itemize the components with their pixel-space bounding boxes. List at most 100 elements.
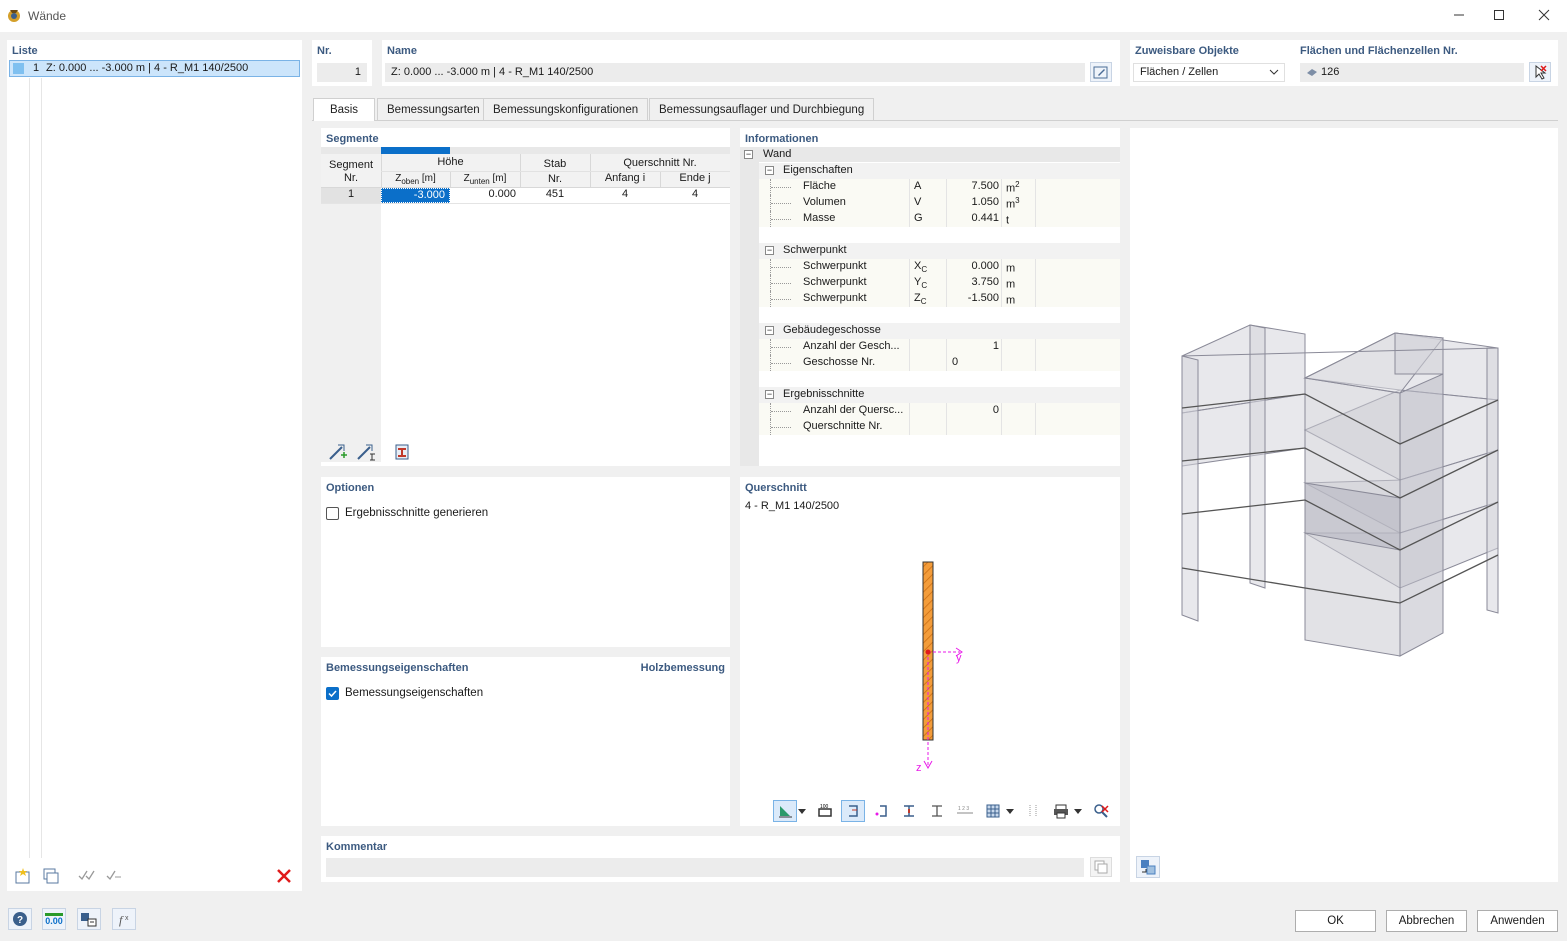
info-row-value: 7.500 (971, 180, 999, 192)
info-row-label: Schwerpunkt (803, 276, 867, 288)
axis-z-label: z (916, 762, 922, 774)
delete-icon[interactable] (272, 865, 296, 887)
split-row-icon[interactable] (354, 441, 378, 463)
edit-name-icon[interactable] (1090, 62, 1112, 82)
column-resize-handle[interactable] (381, 147, 450, 154)
info-group[interactable]: − Eigenschaften (759, 163, 1120, 179)
info-root[interactable]: − Wand (740, 147, 1120, 162)
assign-label: Zuweisbare Objekte (1135, 45, 1239, 57)
help-icon[interactable]: ? (8, 908, 32, 930)
name-field[interactable]: Z: 0.000 ... -3.000 m | 4 - R_M1 140/250… (385, 63, 1085, 82)
view-options-icon[interactable] (77, 908, 101, 930)
copy-item-icon[interactable] (39, 865, 63, 887)
crosssection-toolbar: 100 1 2 3 (773, 800, 1118, 822)
list-title: Liste (12, 45, 38, 57)
cell-segment-nr: 1 (321, 188, 381, 203)
col-zoben: Zoben [m] (395, 173, 436, 186)
close-icon[interactable] (1537, 8, 1551, 22)
generate-sections-checkbox[interactable] (326, 507, 339, 520)
crosssection-name: 4 - R_M1 140/2500 (745, 500, 840, 512)
stress-points-icon[interactable] (869, 800, 893, 822)
surfaces-label: Flächen und Flächenzellen Nr. (1300, 45, 1458, 57)
dimensions-icon[interactable]: 100 (813, 800, 837, 822)
info-row-label: Schwerpunkt (803, 292, 867, 304)
view-settings-icon[interactable] (1136, 856, 1160, 878)
design-properties-checkbox[interactable] (326, 687, 339, 700)
options-title: Optionen (326, 482, 375, 494)
list-item[interactable]: 1 Z: 0.000 ... -3.000 m | 4 - R_M1 140/2… (9, 60, 300, 77)
comment-field[interactable] (326, 858, 1084, 877)
surfaces-value: 126 (1321, 66, 1340, 78)
window-title: Wände (28, 9, 67, 23)
table-icon[interactable] (981, 800, 1005, 822)
cell-stab[interactable]: 451 (520, 188, 590, 200)
ok-button[interactable]: OK (1295, 910, 1376, 932)
collapse-icon[interactable]: − (765, 246, 774, 255)
collapse-icon[interactable]: − (765, 326, 774, 335)
cell-zunten[interactable]: 0.000 (451, 188, 520, 200)
3d-model-view[interactable] (1130, 128, 1558, 882)
surfaces-field[interactable]: 126 (1300, 63, 1524, 82)
numbering-icon[interactable]: 1 2 3 (953, 800, 977, 822)
section-outline-icon[interactable] (841, 800, 865, 822)
apply-button[interactable]: Anwenden (1477, 910, 1558, 932)
info-group[interactable]: − Schwerpunkt (759, 243, 1120, 259)
table-row[interactable]: 1 -3.000 0.000 451 4 4 (321, 188, 730, 204)
insert-row-icon[interactable] (326, 441, 350, 463)
units-icon[interactable]: 0.00 (42, 908, 66, 930)
cell-anfang[interactable]: 4 (590, 188, 660, 200)
comment-panel: Kommentar (321, 836, 1120, 882)
grid-icon[interactable] (1021, 800, 1045, 822)
section-icon[interactable] (390, 441, 414, 463)
formula-icon[interactable]: fx (112, 908, 136, 930)
collapse-icon[interactable]: − (765, 166, 774, 175)
info-title: Informationen (745, 133, 819, 145)
info-row: Volumen V 1.050 m3 (759, 195, 1120, 211)
reset-view-icon[interactable] (1089, 800, 1113, 822)
print-dropdown-icon[interactable] (1072, 800, 1084, 822)
cell-ende[interactable]: 4 (660, 188, 730, 200)
print-icon[interactable] (1049, 800, 1073, 822)
design-title: Bemessungseigenschaften (326, 662, 469, 674)
collapse-icon[interactable]: − (744, 150, 753, 159)
i-section-plain-icon[interactable] (925, 800, 949, 822)
info-row-symbol: V (914, 196, 922, 208)
nr-field[interactable]: 1 (317, 63, 367, 82)
collapse-icon[interactable]: − (765, 390, 774, 399)
crosssection-title: Querschnitt (745, 482, 807, 494)
maximize-icon[interactable] (1492, 8, 1506, 22)
cancel-button[interactable]: Abbrechen (1386, 910, 1467, 932)
tab-bemessungsauflager[interactable]: Bemessungsauflager und Durchbiegung (649, 98, 875, 120)
nr-panel: Nr. 1 (312, 40, 372, 86)
info-group[interactable]: − Gebäudegeschosse (759, 323, 1120, 339)
list-panel: Liste 1 Z: 0.000 ... -3.000 m | 4 - R_M1… (7, 40, 302, 891)
segments-header: Segment Nr. Höhe Zoben [m] Zunten [m] Sta… (321, 154, 730, 188)
info-row: Schwerpunkt ZC -1.500 m (759, 291, 1120, 307)
info-group[interactable]: − Ergebnisschnitte (759, 387, 1120, 403)
chevron-down-icon (1269, 69, 1279, 75)
i-section-icon[interactable] (897, 800, 921, 822)
info-row-unit: m2 (1006, 180, 1020, 195)
display-mode-icon[interactable] (773, 800, 797, 822)
info-row: Anzahl der Quersc... 0 (759, 403, 1120, 419)
design-type-label: Holzbemessung (640, 662, 725, 674)
col-stab: Stab Nr. (543, 158, 567, 185)
design-properties-label: Bemessungseigenschaften (345, 687, 484, 699)
minimize-icon[interactable] (1452, 8, 1466, 22)
info-row-symbol: ZC (914, 292, 927, 307)
copy-comment-icon[interactable] (1090, 857, 1112, 877)
list-item-nr: 1 (33, 62, 40, 74)
assign-select[interactable]: Flächen / Zellen (1133, 63, 1285, 82)
title-bar: Wände (0, 0, 1567, 32)
tab-bemessungskonfigurationen[interactable]: Bemessungskonfigurationen (483, 98, 649, 120)
check-all-icon[interactable] (74, 865, 98, 887)
info-row-symbol: A (914, 180, 922, 192)
pick-object-icon[interactable] (1529, 62, 1551, 82)
tab-basis[interactable]: Basis (313, 98, 375, 121)
tab-bemessungsarten[interactable]: Bemessungsarten (377, 98, 490, 120)
dropdown-arrow-icon[interactable] (796, 800, 808, 822)
table-dropdown-icon[interactable] (1004, 800, 1016, 822)
new-item-icon[interactable] (11, 865, 35, 887)
uncheck-all-icon[interactable] (102, 865, 126, 887)
cell-zoben[interactable]: -3.000 (381, 188, 450, 203)
